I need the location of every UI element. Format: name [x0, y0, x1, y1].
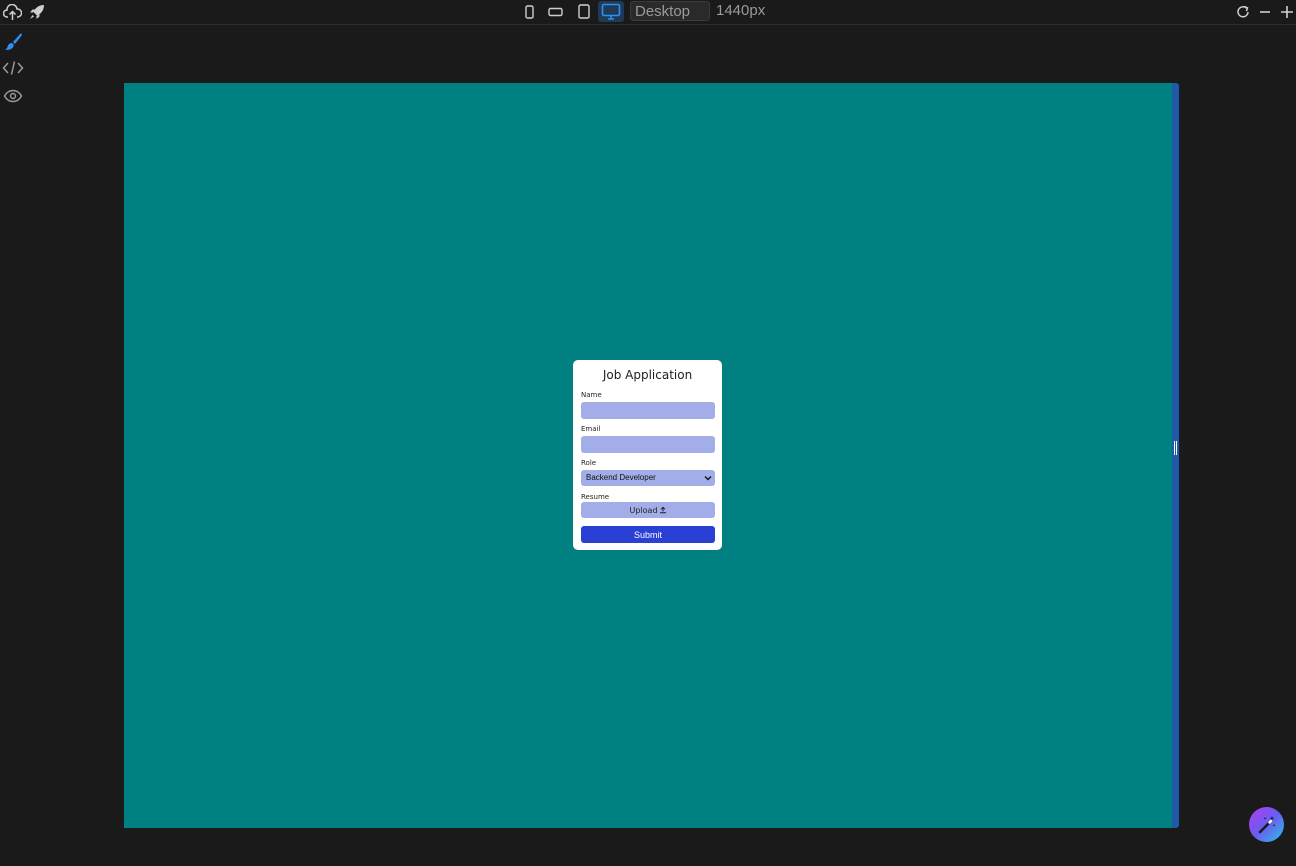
device-select[interactable]: Desktop: [630, 1, 710, 21]
rocket-icon[interactable]: [27, 2, 47, 22]
refresh-icon[interactable]: [1233, 2, 1253, 22]
resume-label: Resume: [581, 493, 610, 501]
magic-wand-icon: [1258, 815, 1275, 833]
zoom-out-icon[interactable]: [1255, 2, 1275, 22]
canvas-resize-handle[interactable]: [1172, 83, 1179, 828]
role-selected-value: Backend Developer: [586, 473, 656, 482]
upload-label: Upload: [629, 505, 658, 515]
role-select[interactable]: Backend Developer: [581, 470, 715, 486]
mobile-view-button[interactable]: [522, 1, 536, 22]
cloud-upload-icon[interactable]: [2, 2, 22, 22]
role-label: Role: [581, 459, 597, 467]
tablet-view-button[interactable]: [576, 1, 592, 22]
resize-grip-icon: [1174, 441, 1177, 455]
email-input[interactable]: [581, 436, 715, 453]
name-label: Name: [581, 391, 602, 399]
top-toolbar: Desktop 1440px: [0, 0, 1296, 25]
name-input[interactable]: [581, 402, 715, 419]
job-application-form: Job Application Name Email Role Backend …: [573, 360, 722, 550]
zoom-in-icon[interactable]: [1277, 2, 1296, 22]
upload-icon: [659, 506, 666, 514]
mobile-landscape-view-button[interactable]: [546, 1, 564, 22]
upload-resume-button[interactable]: Upload: [581, 502, 715, 518]
width-readout: 1440px: [716, 2, 766, 19]
submit-button[interactable]: Submit: [581, 526, 715, 543]
eye-icon[interactable]: [2, 85, 24, 107]
ai-assistant-button[interactable]: [1249, 807, 1284, 842]
form-title: Job Application: [602, 368, 693, 382]
email-label: Email: [581, 425, 601, 433]
code-icon[interactable]: [2, 57, 24, 79]
desktop-view-button[interactable]: [598, 1, 624, 22]
chevron-down-icon: [704, 476, 712, 481]
brush-icon[interactable]: [2, 30, 24, 52]
